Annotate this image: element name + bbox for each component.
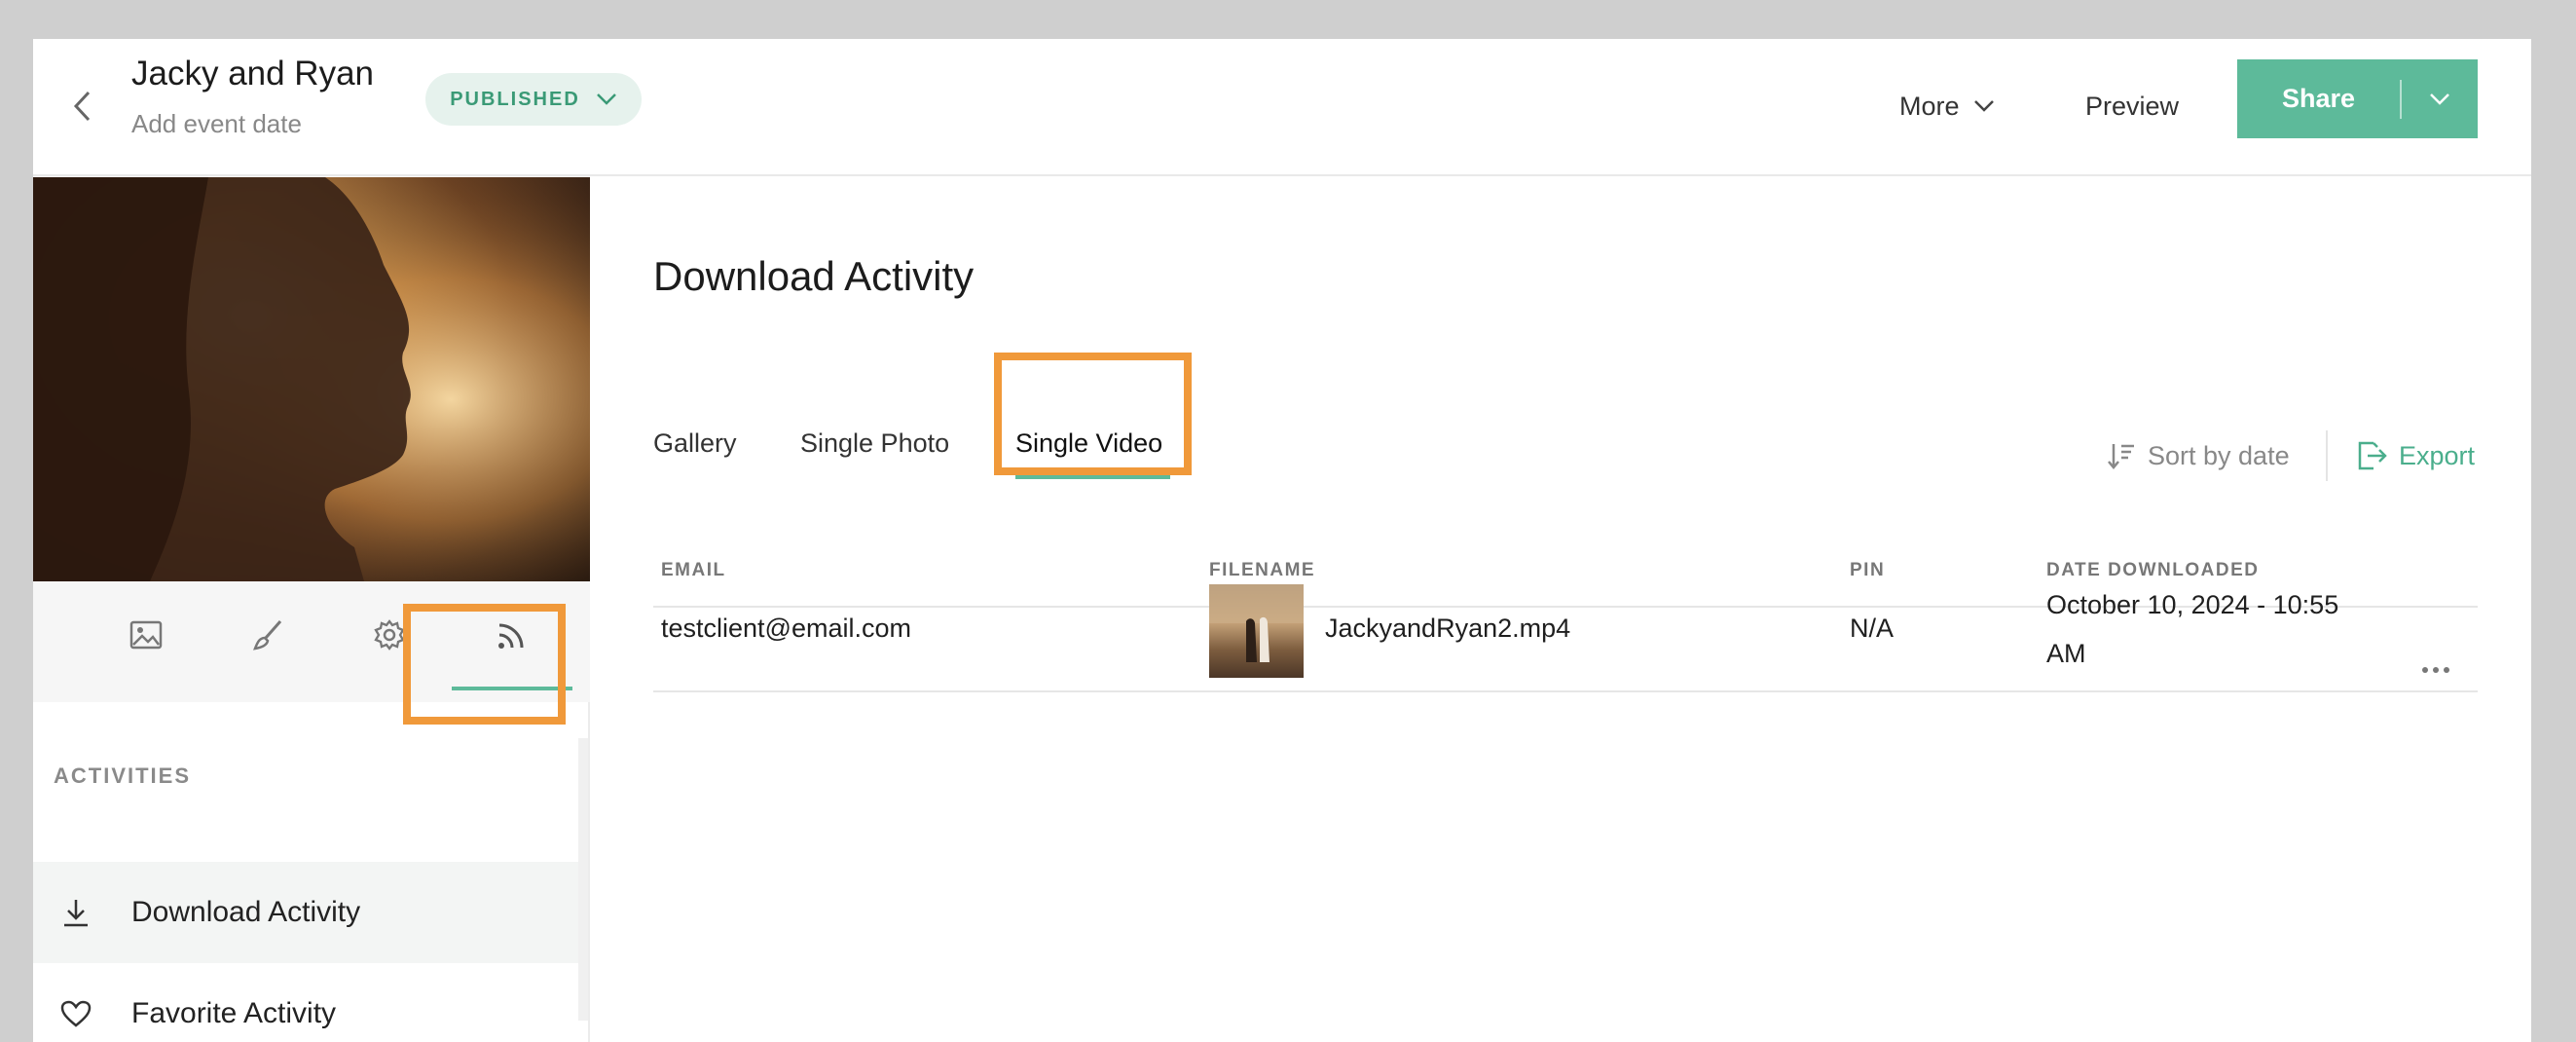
row-date-line1: October 10, 2024 - 10:55 (2046, 590, 2339, 619)
sidebar-item-label: Favorite Activity (131, 997, 337, 1029)
row-email: testclient@email.com (661, 614, 911, 643)
sort-label: Sort by date (2148, 440, 2290, 470)
status-label: PUBLISHED (450, 88, 580, 110)
sort-icon (2108, 444, 2134, 469)
heart-icon (56, 994, 95, 1033)
page-title: Download Activity (653, 253, 975, 299)
share-options-button[interactable] (2402, 59, 2478, 138)
add-event-date-link[interactable]: Add event date (131, 109, 302, 139)
rss-feed-icon (498, 623, 524, 649)
brush-icon (253, 620, 282, 651)
cover-photo (33, 177, 590, 581)
tab-single-photo[interactable]: Single Photo (800, 428, 949, 459)
video-thumbnail[interactable] (1209, 584, 1304, 678)
column-header-filename[interactable]: FILENAME (1209, 560, 1315, 581)
chevron-down-icon (596, 93, 616, 105)
row-more-button[interactable] (2416, 651, 2455, 689)
row-filename: JackyandRyan2.mp4 (1325, 614, 1571, 643)
export-icon (2358, 441, 2387, 470)
tab-single-video[interactable]: Single Video (1015, 428, 1162, 459)
gallery-title: Jacky and Ryan (131, 55, 375, 93)
row-divider (653, 690, 2478, 692)
more-label: More (1899, 91, 1960, 121)
column-header-email[interactable]: EMAIL (661, 560, 726, 581)
sidebar-item-favorite-activity[interactable]: Favorite Activity (33, 963, 578, 1042)
sidebar: ACTIVITIES Download Activity Favorite Ac… (33, 177, 590, 1042)
sidebar-scrollbar[interactable] (578, 738, 588, 1021)
download-icon (56, 893, 95, 932)
back-button[interactable] (62, 82, 101, 130)
export-button[interactable]: Export (2356, 436, 2475, 475)
preview-button[interactable]: Preview (2085, 82, 2179, 130)
gear-icon (374, 619, 405, 651)
toolbar-divider (2326, 430, 2328, 481)
share-button-group: Share (2237, 59, 2478, 138)
more-menu-button[interactable]: More (1899, 82, 1995, 130)
sidebar-item-download-activity[interactable]: Download Activity (33, 862, 578, 963)
chevron-down-icon (1973, 100, 1994, 112)
column-header-date-downloaded[interactable]: DATE DOWNLOADED (2046, 560, 2259, 581)
export-label: Export (2399, 440, 2476, 470)
cover-photo-art (33, 177, 590, 581)
tab-activity[interactable] (452, 601, 572, 690)
tab-design[interactable] (233, 601, 303, 669)
activities-section-label: ACTIVITIES (54, 763, 192, 788)
sidebar-icon-tabs (33, 581, 590, 702)
gallery-window: Jacky and Ryan Add event date PUBLISHED … (33, 39, 2531, 1042)
tab-photos[interactable] (111, 601, 181, 669)
tab-settings[interactable] (354, 601, 424, 669)
sort-by-date-button[interactable]: Sort by date (2107, 436, 2290, 475)
column-header-pin[interactable]: PIN (1850, 560, 1885, 581)
chevron-down-icon (2430, 93, 2449, 105)
tab-gallery[interactable]: Gallery (653, 428, 737, 459)
sidebar-item-label: Download Activity (131, 896, 361, 928)
status-dropdown[interactable]: PUBLISHED (425, 73, 642, 126)
more-dots-icon (2422, 667, 2449, 673)
active-tab-indicator (1015, 475, 1170, 479)
chevron-left-icon (73, 91, 91, 122)
share-button[interactable]: Share (2237, 59, 2400, 138)
photos-icon (129, 620, 163, 650)
top-header: Jacky and Ryan Add event date PUBLISHED … (33, 39, 2531, 176)
row-pin: N/A (1850, 614, 1895, 643)
row-date-line2: AM (2046, 639, 2086, 668)
